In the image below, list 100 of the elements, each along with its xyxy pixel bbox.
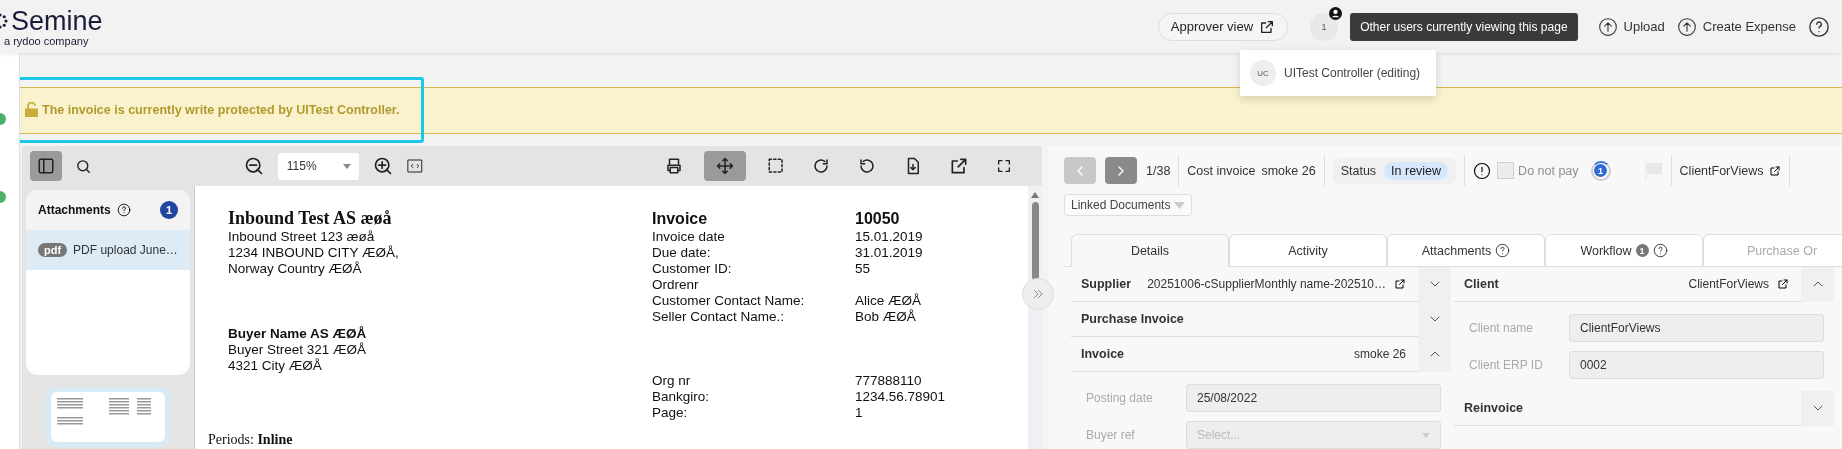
scrollbar-thumb[interactable] xyxy=(1031,202,1039,280)
detail-value: 31.01.2019 xyxy=(855,245,924,261)
move-icon xyxy=(716,157,735,175)
zoom-in-icon xyxy=(373,156,393,176)
attachment-name: PDF upload June… xyxy=(73,243,178,257)
section-title: Purchase Invoice xyxy=(1081,312,1184,326)
record-position: 1/38 xyxy=(1146,163,1171,178)
section-title: Reinvoice xyxy=(1464,401,1524,415)
fullscreen-icon xyxy=(996,158,1013,174)
tab[interactable]: Details xyxy=(1071,234,1229,267)
count-badge: 1 xyxy=(160,201,178,219)
tab[interactable]: Workflow 1 xyxy=(1545,234,1703,267)
field-label: Posting date xyxy=(1086,391,1154,405)
field-label: Buyer ref xyxy=(1086,428,1136,442)
detail-value: Bob ÆØÅ xyxy=(855,309,917,325)
tab[interactable]: Activity xyxy=(1229,234,1387,267)
expand-toggle[interactable] xyxy=(1801,390,1834,426)
viewers-avatar[interactable]: 1 xyxy=(1310,12,1339,41)
seller-address-line: 1234 INBOUND CITY ÆØÅ, xyxy=(228,245,400,261)
field-label: Client name xyxy=(1469,321,1535,335)
user-icon xyxy=(1329,6,1343,20)
arrow-up-circle-icon xyxy=(1676,16,1697,37)
upload-button[interactable]: Create Expense xyxy=(1676,16,1796,37)
fit-width-icon xyxy=(405,157,424,175)
section-header[interactable]: Invoice smoke 26 xyxy=(1071,337,1451,372)
tab[interactable]: Attachments xyxy=(1387,234,1545,267)
zoom-select[interactable]: 115% xyxy=(277,152,360,180)
buyer-name: Buyer Name AS ÆØÅ xyxy=(228,326,368,342)
upload-button[interactable]: Upload xyxy=(1597,16,1665,37)
detail-value: Alice ÆØÅ xyxy=(855,293,923,309)
status-pill: In review xyxy=(1384,161,1449,180)
detail-value: 1234.56.78901 xyxy=(855,389,946,405)
detail-label: Page: xyxy=(652,405,689,421)
user-avatar: UC xyxy=(1250,60,1276,86)
detail-value: 777888110 xyxy=(855,373,923,389)
invoice-number: 10050 xyxy=(855,209,901,229)
checkbox-label: Do not pay xyxy=(1518,163,1579,178)
lock-icon xyxy=(25,102,38,117)
input-field[interactable]: 0002 xyxy=(1569,351,1824,379)
file-type-tag: pdf xyxy=(38,243,68,257)
double-chevron-icon xyxy=(1031,287,1045,301)
seller-name: Inbound Test AS æøå xyxy=(228,208,393,229)
logo-wordmark: Semine xyxy=(11,6,103,35)
buyer-address-line: Buyer Street 321 ÆØÅ xyxy=(228,342,368,358)
section-title: Invoice xyxy=(1081,347,1125,361)
field-label: Client ERP ID xyxy=(1469,358,1544,372)
sidebar-icon xyxy=(36,157,55,175)
attachment-item[interactable]: pdf PDF upload June… xyxy=(26,230,190,270)
detail-label: Seller Contact Name.: xyxy=(652,309,786,325)
external-link-icon[interactable] xyxy=(1394,278,1406,290)
attachments-title: Attachments xyxy=(38,203,111,217)
detail-label: Due date: xyxy=(652,245,712,261)
viewer-name: UITest Controller (editing) xyxy=(1284,66,1421,80)
section-link[interactable]: ClientForViews xyxy=(1688,277,1769,291)
seller-address-line: Inbound Street 123 æøå xyxy=(228,229,376,245)
detail-value: 1 xyxy=(855,405,864,421)
viewer-tool-button[interactable] xyxy=(704,151,746,181)
section-header[interactable]: Reinvoice xyxy=(1454,391,1834,426)
tooltip: Other users currently viewing this page xyxy=(1350,12,1578,41)
seller-address-line: Norway Country ÆØÅ xyxy=(228,261,363,277)
section-title: Supplier xyxy=(1081,277,1131,291)
dropdown-arrow-icon xyxy=(1174,201,1185,209)
logo-tagline: a rydoo company xyxy=(4,34,90,47)
client-link[interactable]: ClientForViews xyxy=(1679,163,1764,178)
dropdown-arrow-icon xyxy=(1422,432,1430,438)
document-type: Cost invoice xyxy=(1187,163,1256,178)
scroll-up-icon[interactable] xyxy=(1031,192,1039,198)
arrow-up-circle-icon xyxy=(1597,16,1618,37)
rotate-right-icon xyxy=(812,157,831,175)
rotate-left-icon xyxy=(858,157,877,175)
detail-label: Ordrenr xyxy=(652,277,700,293)
alert-icon xyxy=(1473,161,1492,180)
external-link-icon[interactable] xyxy=(1777,278,1789,290)
detail-value: 15.01.2019 xyxy=(855,229,924,245)
approver-view-button[interactable]: Approver view xyxy=(1157,12,1289,41)
banner-text: The invoice is currently write protected by UITest Controller. xyxy=(42,102,400,117)
section-link[interactable]: 20251006-cSupplierMonthly name-202510… xyxy=(1147,277,1386,291)
section-header[interactable]: Purchase Invoice xyxy=(1071,302,1451,337)
help-icon xyxy=(116,203,131,217)
expand-toggle[interactable] xyxy=(1418,336,1451,372)
periods-text: Periods: Inline xyxy=(208,432,294,448)
print-icon xyxy=(665,157,684,175)
section-header[interactable]: Client ClientForViews xyxy=(1454,267,1834,302)
sidebar-toggle[interactable] xyxy=(30,151,62,181)
tab-badge: 1 xyxy=(1635,244,1649,257)
section-title: Client xyxy=(1464,277,1499,291)
linked-documents-dropdown[interactable]: Linked Documents xyxy=(1064,194,1192,216)
detail-value: 55 xyxy=(855,261,872,277)
detail-label: Invoice date xyxy=(652,229,726,245)
page-thumbnail[interactable] xyxy=(51,392,165,442)
detail-label: Customer ID: xyxy=(652,261,733,277)
help-icon xyxy=(1808,15,1830,38)
section-header[interactable]: Supplier 20251006-cSupplierMonthly name-202510… xyxy=(1071,267,1451,302)
expand-toggle[interactable] xyxy=(1418,266,1451,302)
external-link-icon[interactable] xyxy=(1769,164,1782,177)
input-field[interactable]: ClientForViews xyxy=(1569,314,1824,342)
input-field[interactable]: 25/08/2022 xyxy=(1186,384,1441,412)
expand-toggle[interactable] xyxy=(1801,266,1834,302)
invoice-heading: Invoice xyxy=(652,209,709,229)
section-value: smoke 26 xyxy=(1353,347,1406,361)
